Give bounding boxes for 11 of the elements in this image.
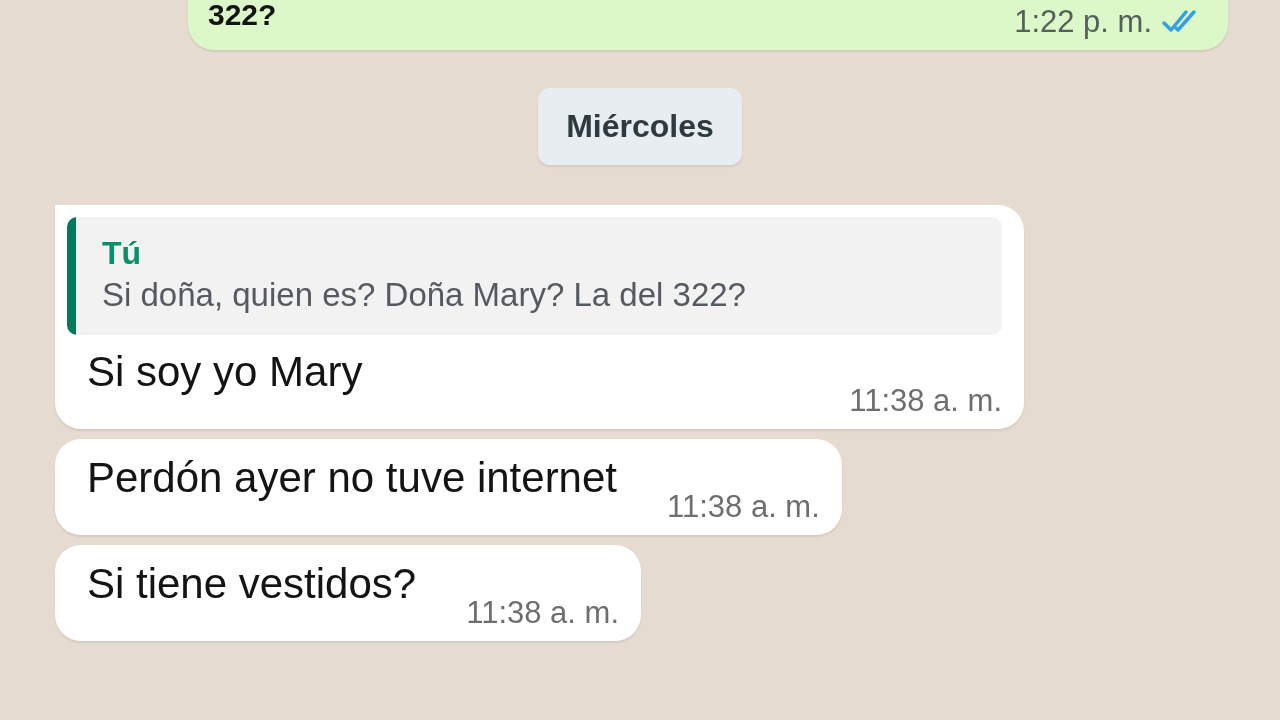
quote-author: Tú <box>102 234 143 273</box>
message-text: Si soy yo Mary <box>87 347 363 397</box>
message-text: 322? <box>208 0 277 33</box>
message-time: 11:38 a. m. <box>667 489 820 525</box>
message-time: 11:38 a. m. <box>466 595 619 631</box>
message-text: Perdón ayer no tuve internet <box>87 453 617 503</box>
date-label: Miércoles <box>538 88 742 165</box>
message-time: 1:22 p. m. <box>1014 4 1152 40</box>
message-time: 11:38 a. m. <box>849 383 1002 419</box>
quote-text: Si doña, quien es? Doña Mary? La del 322? <box>102 275 746 315</box>
message-text: Si tiene vestidos? <box>87 559 417 609</box>
